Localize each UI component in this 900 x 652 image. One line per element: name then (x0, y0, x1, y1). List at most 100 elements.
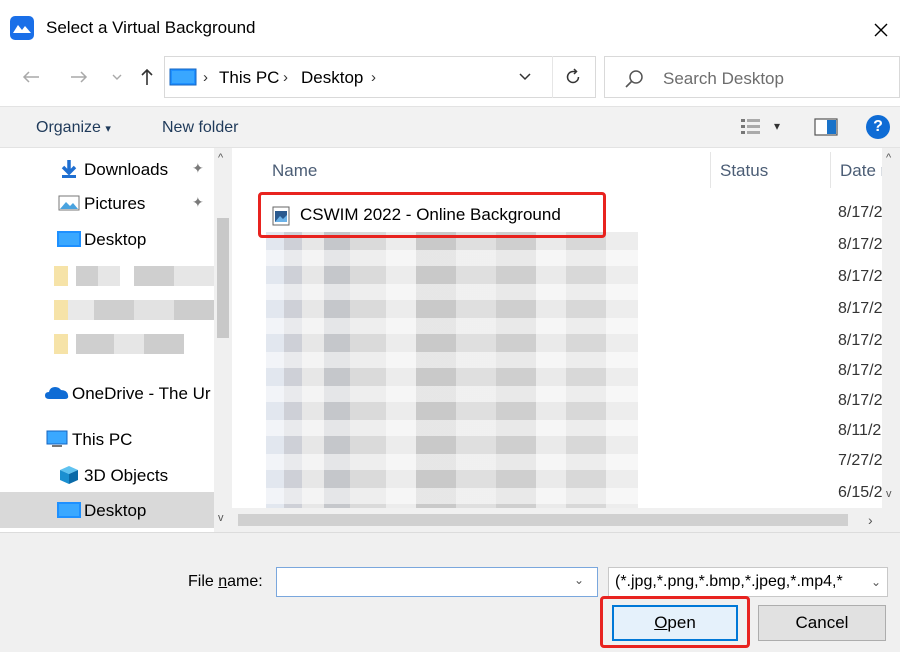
forward-arrow-icon (71, 71, 88, 83)
file-name-label-accesskey: n (218, 573, 228, 590)
scroll-up-icon[interactable]: ^ (218, 152, 223, 164)
nav-item-label: Desktop (84, 501, 147, 520)
change-view-icon[interactable] (740, 117, 762, 137)
pictures-folder-icon (58, 195, 80, 211)
this-pc-icon (46, 430, 68, 447)
file-type-select[interactable]: (*.jpg,*.png,*.bmp,*.jpeg,*.mp4,* ⌄ (608, 567, 888, 597)
file-type-value: (*.jpg,*.png,*.bmp,*.jpeg,*.mp4,* (615, 573, 843, 590)
organize-button[interactable]: Organize ▾ (36, 119, 111, 137)
blurred-row-overlay (266, 232, 638, 508)
file-name-dropdown-icon[interactable]: ⌄ (574, 573, 584, 587)
nav-item-pictures[interactable]: Pictures ✦ (0, 186, 214, 220)
annotation-highlight-open (600, 596, 750, 648)
scroll-down-icon[interactable]: v (218, 512, 224, 524)
nav-item-desktop-selected[interactable]: Desktop (0, 492, 214, 528)
app-logo-icon (10, 16, 34, 40)
column-divider[interactable] (830, 152, 831, 188)
nav-pane-scrollbar[interactable]: ^ v (214, 148, 232, 532)
nav-item-this-pc[interactable]: This PC (0, 422, 214, 456)
scroll-up-icon[interactable]: ^ (886, 152, 891, 164)
3d-objects-icon (60, 466, 78, 484)
refresh-button[interactable] (552, 56, 592, 98)
desktop-folder-icon (57, 231, 81, 247)
search-icon (625, 70, 643, 88)
organize-label: Organize (36, 119, 101, 136)
breadcrumb-separator[interactable]: › (283, 69, 288, 86)
download-arrow-icon (61, 160, 77, 178)
window-title: Select a Virtual Background (46, 18, 256, 37)
this-pc-icon (169, 68, 197, 86)
nav-item-label: 3D Objects (84, 466, 169, 485)
scroll-right-icon[interactable]: › (868, 512, 873, 528)
annotation-highlight-file (258, 192, 606, 238)
date-cell: 7/27/2 (838, 452, 883, 469)
file-name-label-suffix: ame: (227, 573, 263, 590)
back-button[interactable] (18, 64, 44, 90)
nav-item-label: Desktop (84, 230, 147, 249)
dialog-footer: File name: ⌄ (*.jpg,*.png,*.bmp,*.jpeg,*… (0, 532, 900, 652)
breadcrumb-this-pc[interactable]: This PC (219, 68, 279, 88)
column-divider[interactable] (710, 152, 711, 188)
blurred-nav-item (54, 334, 184, 354)
navigation-pane: Downloads ✦ Pictures ✦ Desktop OneDrive … (0, 148, 232, 532)
blurred-nav-item (54, 266, 214, 286)
date-cell: 8/17/2 (838, 362, 883, 379)
file-list-horizontal-scrollbar[interactable]: › (232, 508, 900, 532)
date-cell: 8/17/2 (838, 204, 883, 221)
nav-item-3d-objects[interactable]: 3D Objects (0, 458, 214, 492)
nav-item-desktop-quick[interactable]: Desktop (0, 222, 214, 256)
breadcrumb-separator[interactable]: › (203, 69, 208, 86)
scroll-down-icon[interactable]: v (886, 488, 892, 500)
file-name-input[interactable] (276, 567, 598, 597)
file-name-label: File name: (188, 573, 263, 591)
close-icon (874, 23, 888, 37)
scrollbar-thumb[interactable] (238, 514, 848, 526)
view-options-caret-icon[interactable]: ▾ (774, 119, 780, 133)
nav-item-label: This PC (72, 430, 133, 449)
nav-item-downloads[interactable]: Downloads ✦ (0, 152, 214, 186)
address-dropdown-button[interactable] (508, 56, 542, 98)
preview-pane-icon[interactable] (814, 118, 838, 136)
column-header-date[interactable]: Date r (840, 161, 886, 181)
close-button[interactable] (862, 12, 900, 48)
help-icon[interactable]: ? (866, 115, 890, 139)
search-placeholder: Search Desktop (663, 69, 784, 88)
date-cell: 8/17/2 (838, 332, 883, 349)
organize-caret-icon: ▾ (105, 123, 111, 135)
column-header-status[interactable]: Status (720, 161, 768, 181)
scrollbar-thumb[interactable] (217, 218, 229, 338)
chevron-down-icon: ⌄ (871, 575, 882, 589)
cancel-button[interactable]: Cancel (758, 605, 886, 641)
chevron-down-icon (519, 73, 531, 81)
onedrive-cloud-icon (45, 387, 69, 399)
date-cell: 8/17/2 (838, 300, 883, 317)
up-arrow-icon (141, 68, 153, 85)
file-name-label-prefix: File (188, 573, 219, 590)
file-list-scrollbar[interactable]: ^ v (882, 148, 900, 508)
blurred-nav-item (54, 300, 214, 320)
recent-locations-button[interactable] (108, 64, 126, 90)
pin-icon: ✦ (192, 194, 204, 210)
nav-item-onedrive[interactable]: OneDrive - The Ur (0, 376, 214, 410)
command-bar: Organize ▾ New folder ▾ ? (0, 106, 900, 148)
date-cell: 8/17/2 (838, 236, 883, 253)
nav-item-label: Pictures (84, 194, 146, 213)
desktop-folder-icon (57, 502, 81, 518)
pin-icon: ✦ (192, 160, 204, 176)
column-header-name[interactable]: Name (272, 161, 317, 181)
search-box[interactable]: Search Desktop (604, 56, 900, 98)
forward-button[interactable] (66, 64, 92, 90)
nav-item-label: OneDrive - The Ur (72, 384, 211, 403)
up-button[interactable] (134, 64, 160, 90)
date-cell: 8/17/2 (838, 392, 883, 409)
nav-item-label: Downloads (84, 160, 169, 179)
back-arrow-icon (22, 71, 39, 83)
date-cell: 8/11/2 (838, 422, 882, 439)
breadcrumb-desktop[interactable]: Desktop (301, 68, 363, 88)
chevron-down-icon (112, 74, 122, 80)
date-cell: 6/15/2 (838, 484, 883, 501)
title-bar: Select a Virtual Background (0, 0, 900, 44)
new-folder-button[interactable]: New folder (162, 119, 238, 137)
date-cell: 8/17/2 (838, 268, 883, 285)
breadcrumb-separator[interactable]: › (371, 69, 376, 86)
